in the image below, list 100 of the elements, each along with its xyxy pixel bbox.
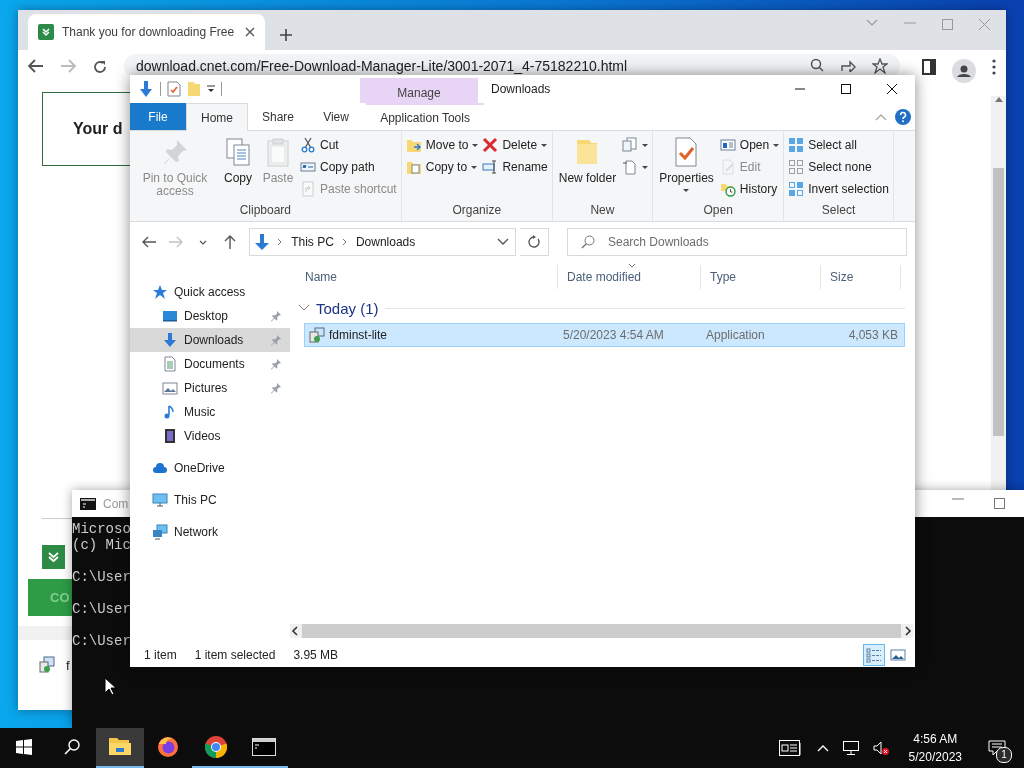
windows-logo-icon (16, 739, 32, 755)
group-label: Clipboard (238, 203, 293, 219)
column-header[interactable]: Name (296, 265, 558, 289)
download-arrow-icon[interactable] (138, 80, 154, 98)
ribbon-command[interactable]: Copy to (403, 156, 481, 178)
chevron-up-icon[interactable] (816, 744, 829, 752)
details-view-button[interactable] (863, 643, 885, 666)
address-field[interactable]: This PC Downloads (249, 228, 517, 256)
properties-icon[interactable] (167, 81, 181, 97)
ribbon-command[interactable]: Select all (786, 134, 891, 156)
star-icon[interactable] (872, 58, 888, 74)
terminal-line: C:\User (72, 601, 131, 617)
refresh-button[interactable] (520, 228, 549, 256)
network-icon[interactable] (842, 741, 859, 755)
cloud-icon (152, 460, 168, 476)
share-icon[interactable] (840, 58, 856, 72)
plus-icon[interactable] (279, 28, 293, 42)
ribbon-command[interactable]: Copy path (298, 156, 399, 178)
column-header[interactable]: Date modified (558, 265, 701, 289)
ribbon-command[interactable]: Invert selection (786, 178, 891, 200)
file-explorer-taskbar-button[interactable] (96, 728, 144, 768)
clock[interactable]: 4:56 AM 5/20/2023 (902, 729, 968, 767)
ribbon-command[interactable]: Rename (480, 156, 550, 178)
computer-icon (152, 492, 168, 508)
folder-copy-icon (405, 159, 422, 175)
nav-pane-item[interactable]: This PC (130, 488, 290, 512)
nav-pane-item[interactable]: Downloads (130, 328, 290, 352)
nav-pane-item[interactable]: Quick access (130, 280, 290, 304)
breadcrumb-item[interactable]: Downloads (353, 235, 418, 249)
status-text: 1 item (144, 647, 177, 662)
ribbon-command[interactable]: History (717, 178, 782, 200)
browser-tab[interactable]: Thank you for downloading Free (28, 14, 265, 50)
ribbon-command[interactable]: Open (717, 134, 782, 156)
close-icon[interactable] (245, 27, 255, 37)
ribbon-command[interactable]: Cut (298, 134, 399, 156)
chevron-right-icon (341, 238, 348, 246)
side-panel-icon[interactable] (922, 59, 936, 75)
ribbon-command[interactable]: Delete (480, 134, 550, 156)
muted-speaker-icon[interactable] (872, 741, 889, 755)
window-icon (719, 137, 736, 153)
refresh-icon (527, 235, 542, 249)
download-filename[interactable]: f (66, 657, 70, 673)
nav-pane-item[interactable]: Desktop (130, 304, 290, 328)
zoom-icon[interactable] (810, 58, 824, 72)
nav-pane-item[interactable]: Network (130, 520, 290, 544)
group-label: Open (702, 203, 734, 219)
customize-caret-icon[interactable] (207, 85, 215, 93)
message-icon (988, 740, 1006, 756)
nav-pane-item[interactable]: Documents (130, 352, 290, 376)
ribbon-command[interactable]: New folder (554, 134, 621, 187)
film-icon (162, 428, 178, 444)
maximize-icon[interactable] (994, 498, 1005, 509)
nav-pane-item[interactable]: Videos (130, 424, 290, 448)
scroll-up-icon[interactable] (994, 96, 1003, 102)
document-icon (622, 159, 639, 175)
favicon-icon (38, 24, 54, 40)
ribbon-tab[interactable]: File (130, 103, 186, 130)
terminal-line: C:\User (72, 633, 131, 649)
help-icon[interactable] (895, 108, 911, 125)
forward-arrow-icon (168, 234, 185, 250)
terminal-icon (252, 735, 276, 759)
edit-icon (719, 159, 736, 175)
back-arrow-icon (141, 234, 158, 250)
document-icon (162, 356, 178, 372)
scrollbar[interactable] (18, 626, 72, 640)
scrollbar[interactable] (991, 96, 1006, 490)
group-chevron-icon[interactable] (298, 304, 310, 312)
breadcrumb-item[interactable]: This PC (289, 235, 336, 249)
fox-globe-icon (156, 735, 180, 759)
column-header[interactable]: Type (701, 265, 821, 289)
menu-icon[interactable] (992, 59, 996, 75)
ribbon-command[interactable]: Select none (786, 156, 891, 178)
context-tab-header: Manage (360, 78, 478, 103)
star-icon (152, 284, 168, 300)
chevron-down-icon[interactable] (497, 238, 510, 246)
nav-pane-item[interactable]: Pictures (130, 376, 290, 400)
ribbon-tab[interactable]: Home (186, 103, 248, 131)
new-item-icon (622, 137, 639, 153)
browser-circle-icon (204, 735, 228, 759)
picture-icon (162, 380, 178, 396)
notification-button[interactable]: 1 (982, 733, 1012, 763)
scroll-left-icon[interactable] (290, 626, 300, 636)
ribbon-command[interactable]: Copy (218, 134, 258, 187)
nav-pane-item[interactable]: OneDrive (130, 456, 290, 480)
reload-icon[interactable] (92, 59, 108, 75)
search-field[interactable]: Search Downloads (566, 228, 907, 256)
table-cell-text: 4,053 KB (847, 328, 899, 342)
group-label: Select (820, 203, 857, 219)
back-arrow-icon[interactable] (28, 59, 44, 73)
scroll-right-icon[interactable] (903, 626, 913, 636)
news-icon[interactable] (778, 740, 803, 756)
ribbon-command[interactable]: Move to (403, 134, 481, 156)
scrollbar[interactable] (290, 624, 913, 638)
profile-icon[interactable] (952, 59, 976, 83)
address-bar[interactable]: download.cnet.com/Free-Download-Manager-Lite/3001-2071_4-75182210.html (124, 54, 900, 78)
ribbon-command[interactable]: Properties (655, 134, 718, 194)
nav-pane-item[interactable]: Music (130, 400, 290, 424)
file-row[interactable]: fdminst-lite 5/20/2023 4:54 AM Application 4,053 KB (304, 323, 905, 347)
column-header[interactable]: Size (821, 265, 901, 289)
list-icon (866, 646, 882, 663)
